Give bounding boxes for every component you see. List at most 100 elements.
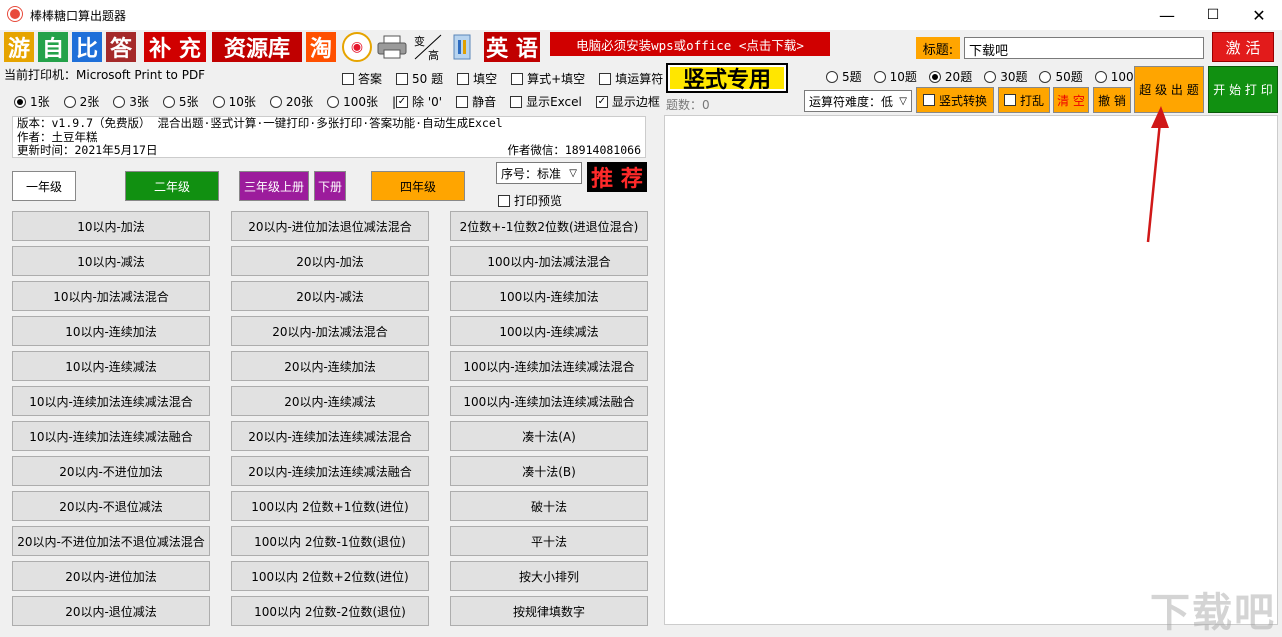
question-type-button[interactable]: 20以内-不进位加法不退位减法混合 [12,526,210,556]
question-type-button[interactable]: 100以内-加法减法混合 [450,246,648,276]
checkbox[interactable] [511,73,523,85]
radio-button[interactable] [1039,71,1051,83]
radio-button[interactable] [327,96,339,108]
radio-counts-1[interactable]: 10题 [874,68,917,85]
operator-difficulty-select[interactable]: 运算符难度：低 ▽ [804,90,912,112]
radio-sheets-1[interactable]: 2张 [64,93,100,110]
toolbar-logo-6[interactable]: 资源库 [212,32,302,62]
minimize-button[interactable]: — [1144,0,1190,30]
question-type-button[interactable]: 20以内-连续减法 [231,386,429,416]
title-input[interactable]: 下载吧 [964,37,1204,59]
option-options_row2-1[interactable]: 静音 [456,93,496,110]
shuffle-button[interactable]: 打乱 [998,87,1050,113]
question-type-button[interactable]: 20以内-不退位减法 [12,491,210,521]
recommend-button[interactable]: 推 荐 [587,162,647,192]
radio-sheets-0[interactable]: 1张 [14,93,50,110]
question-type-button[interactable]: 20以内-连续加法连续减法混合 [231,421,429,451]
checkbox[interactable] [457,73,469,85]
question-type-button[interactable]: 10以内-减法 [12,246,210,276]
question-type-button[interactable]: 10以内-连续减法 [12,351,210,381]
checkbox[interactable]: ✓ [396,96,408,108]
question-type-button[interactable]: 100以内 2位数-2位数(退位) [231,596,429,626]
checkbox[interactable] [510,96,522,108]
toolbar-logo-2[interactable]: 自 [38,32,68,62]
question-type-button[interactable]: 10以内-连续加法连续减法混合 [12,386,210,416]
checkbox[interactable] [599,73,611,85]
toolbar-logo-1[interactable]: 游 [4,32,34,62]
close-button[interactable]: ✕ [1236,0,1282,30]
radio-counts-4[interactable]: 50题 [1039,68,1082,85]
question-type-button[interactable]: 10以内-连续加法连续减法融合 [12,421,210,451]
option-options_row1-4[interactable]: 填运算符 [599,70,663,87]
question-type-button[interactable]: 100以内-连续加法连续减法混合 [450,351,648,381]
question-type-button[interactable]: 100以内 2位数+2位数(进位) [231,561,429,591]
question-type-button[interactable]: 20以内-连续加法 [231,351,429,381]
question-type-button[interactable]: 20以内-加法 [231,246,429,276]
grade-button-1[interactable]: 一年级 [12,171,76,201]
question-type-button[interactable]: 100以内-连续减法 [450,316,648,346]
question-type-button[interactable]: 20以内-进位加法退位减法混合 [231,211,429,241]
sequence-select[interactable]: 序号：标准 ▽ [496,162,582,184]
install-office-banner[interactable]: 电脑必须安装wps或office <点击下载> [550,32,830,56]
radio-button[interactable] [14,96,26,108]
question-type-button[interactable]: 20以内-加法减法混合 [231,316,429,346]
question-type-button[interactable]: 2位数+-1位数2位数(进退位混合) [450,211,648,241]
radio-button[interactable] [270,96,282,108]
grade-button-3[interactable]: 三年级上册 [239,171,309,201]
question-type-button[interactable]: 10以内-加法减法混合 [12,281,210,311]
grade-button-5[interactable]: 四年级 [371,171,465,201]
radio-sheets-2[interactable]: 3张 [113,93,149,110]
radio-button[interactable] [163,96,175,108]
radio-counts-3[interactable]: 30题 [984,68,1027,85]
option-options_row1-1[interactable]: 50 题 [396,70,443,87]
question-type-button[interactable]: 100以内 2位数-1位数(退位) [231,526,429,556]
activate-button[interactable]: 激 活 [1212,32,1274,62]
vertical-convert-button[interactable]: 竖式转换 [916,87,994,113]
option-options_row2-3[interactable]: ✓显示边框 [596,93,660,110]
checkbox[interactable] [396,73,408,85]
vertical-convert-checkbox[interactable] [923,94,935,106]
checkbox[interactable] [456,96,468,108]
question-type-button[interactable]: 20以内-进位加法 [12,561,210,591]
radio-sheets-4[interactable]: 10张 [213,93,256,110]
question-type-button[interactable]: 按大小排列 [450,561,648,591]
radio-button[interactable] [113,96,125,108]
question-type-button[interactable]: 平十法 [450,526,648,556]
radio-counts-2[interactable]: 20题 [929,68,972,85]
option-options_row1-2[interactable]: 填空 [457,70,497,87]
question-type-button[interactable]: 按规律填数字 [450,596,648,626]
grade-button-2[interactable]: 二年级 [125,171,219,201]
question-type-button[interactable]: 100以内 2位数+1位数(进位) [231,491,429,521]
radio-button[interactable] [874,71,886,83]
toolbar-logo-7[interactable]: 淘 [306,32,336,62]
radio-button[interactable] [984,71,996,83]
weibo-icon[interactable]: ◉ [342,32,372,62]
radio-button[interactable] [929,71,941,83]
radio-counts-0[interactable]: 5题 [826,68,862,85]
question-type-button[interactable]: 10以内-连续加法 [12,316,210,346]
toolbar-logo-3[interactable]: 比 [72,32,102,62]
radio-button[interactable] [213,96,225,108]
toolbar-logo-5[interactable]: 补 充 [144,32,206,62]
radio-sheets-3[interactable]: 5张 [163,93,199,110]
question-type-button[interactable]: 20以内-退位减法 [12,596,210,626]
radio-sheets-6[interactable]: 100张 [327,93,378,110]
print-preview-checkbox[interactable] [498,195,510,207]
toolbar-logo-4[interactable]: 答 [106,32,136,62]
clear-button[interactable]: 清 空 [1053,87,1089,113]
shuffle-checkbox[interactable] [1004,94,1016,106]
question-type-button[interactable]: 凑十法(B) [450,456,648,486]
radio-button[interactable] [826,71,838,83]
question-type-button[interactable]: 100以内-连续加法连续减法融合 [450,386,648,416]
option-options_row2-0[interactable]: ✓除 '0' [396,93,442,110]
radio-button[interactable] [1095,71,1107,83]
checkbox[interactable] [342,73,354,85]
question-type-button[interactable]: 100以内-连续加法 [450,281,648,311]
maximize-button[interactable]: ☐ [1190,0,1236,30]
option-options_row1-0[interactable]: 答案 [342,70,382,87]
question-type-button[interactable]: 破十法 [450,491,648,521]
question-type-button[interactable]: 20以内-不进位加法 [12,456,210,486]
undo-button[interactable]: 撤 销 [1093,87,1131,113]
high-low-icon[interactable]: 变高 [412,32,444,62]
printer-icon[interactable] [376,34,408,60]
